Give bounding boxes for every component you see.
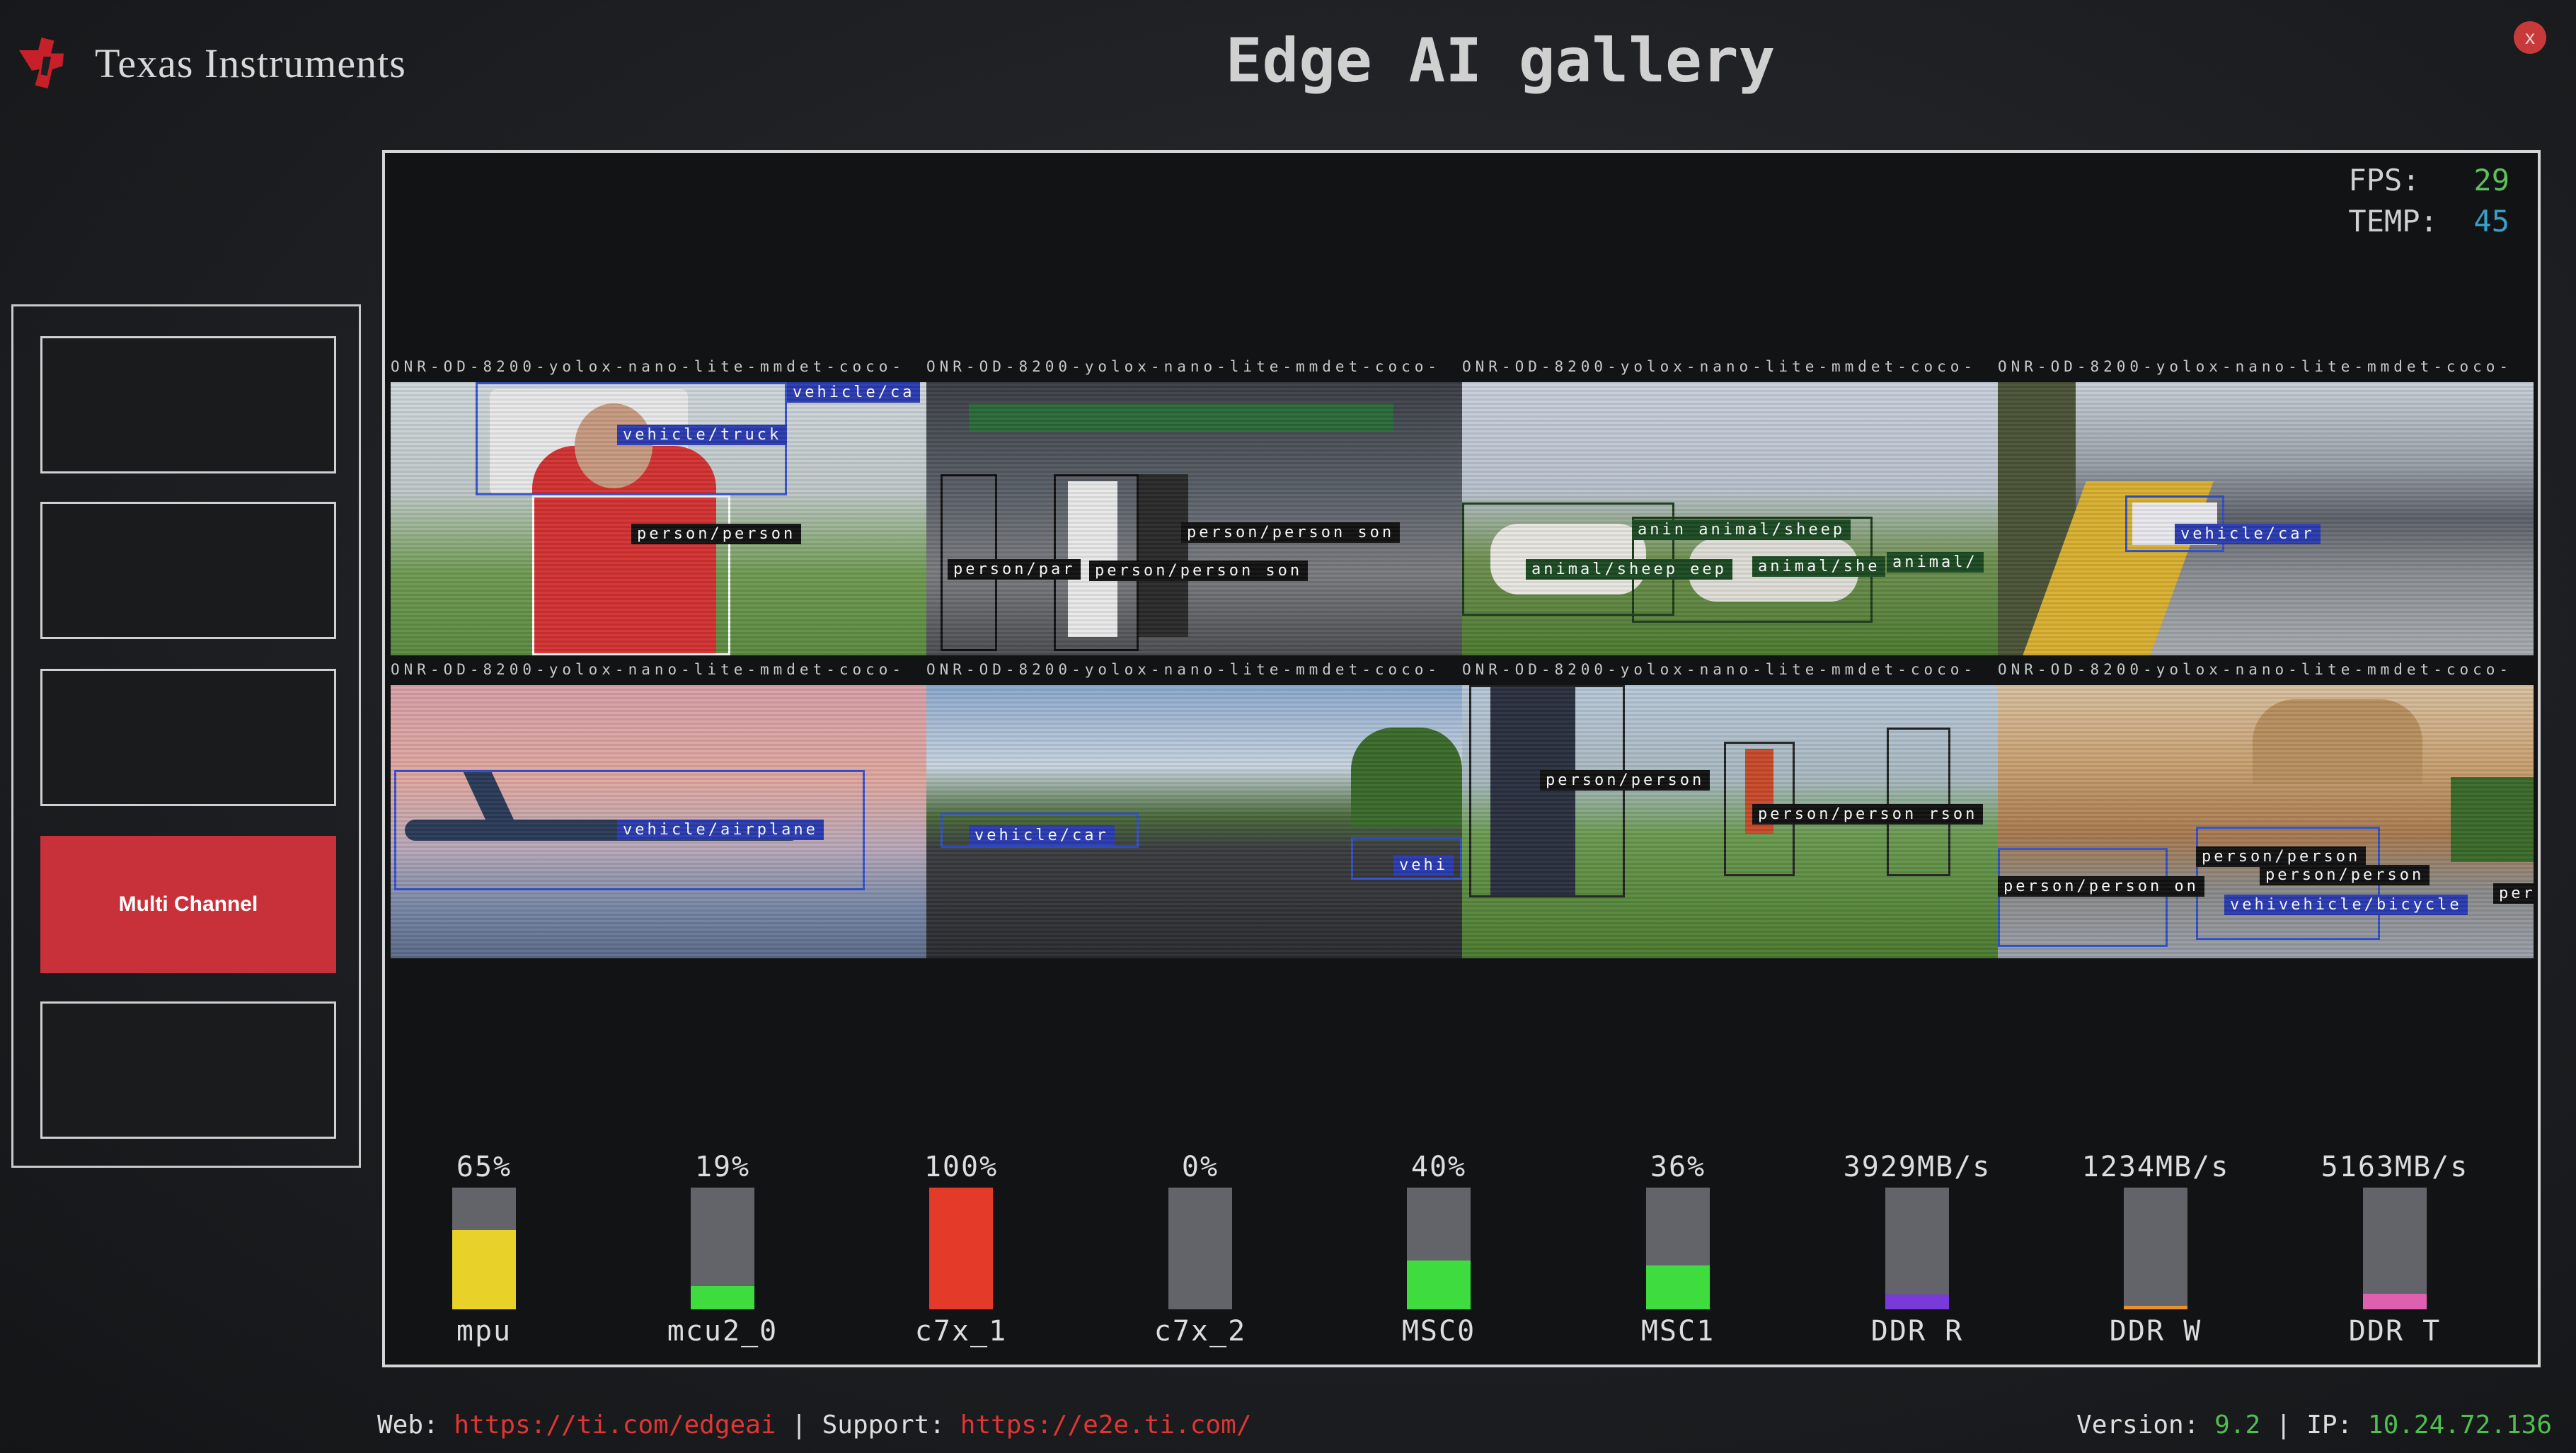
meter-fill bbox=[1885, 1294, 1949, 1309]
stats-readout: FPS: 29 TEMP: 45 bbox=[2348, 160, 2509, 242]
multi-channel-button[interactable]: Multi Channel bbox=[40, 836, 336, 973]
main-panel: FPS: 29 TEMP: 45 ONR-OD-8200-yolox-nano-… bbox=[382, 150, 2541, 1367]
sidebar-button-1[interactable] bbox=[40, 336, 336, 473]
page-title: Edge AI gallery bbox=[1225, 25, 1776, 96]
meter-msc0: 40% MSC0 bbox=[1347, 1151, 1531, 1348]
meter-mpu: 65% mpu bbox=[392, 1151, 576, 1348]
channel-7: ONR-OD-8200-yolox-nano-lite-mmdet-coco- … bbox=[1462, 661, 1998, 958]
meter-value: 3929MB/s bbox=[1843, 1151, 1991, 1183]
meter-msc1: 36% MSC1 bbox=[1586, 1151, 1770, 1348]
temp-value: 45 bbox=[2473, 204, 2509, 239]
meter-value: 0% bbox=[1181, 1151, 1219, 1183]
channel-image: person/person person/person on person/pe… bbox=[1998, 685, 2534, 958]
separator: | bbox=[791, 1411, 807, 1440]
close-icon: x bbox=[2525, 26, 2535, 48]
meter-name: DDR R bbox=[1870, 1315, 1964, 1348]
meter-bar bbox=[452, 1188, 516, 1309]
meter-fill bbox=[929, 1188, 993, 1309]
fps-value: 29 bbox=[2473, 163, 2509, 197]
channel-caption: ONR-OD-8200-yolox-nano-lite-mmdet-coco- bbox=[1998, 661, 2513, 678]
sidebar-button-5[interactable] bbox=[40, 1001, 336, 1139]
meter-ddr-r: 3929MB/s DDR R bbox=[1825, 1151, 2009, 1348]
meter-fill bbox=[2363, 1293, 2427, 1309]
sidebar: Multi Channel bbox=[11, 304, 361, 1168]
separator: | bbox=[2275, 1411, 2292, 1440]
channel-caption: ONR-OD-8200-yolox-nano-lite-mmdet-coco- bbox=[391, 358, 906, 375]
version-value: 9.2 bbox=[2214, 1411, 2261, 1440]
meter-ddr-w: 1234MB/s DDR W bbox=[2064, 1151, 2248, 1348]
meter-bar bbox=[2124, 1188, 2187, 1309]
web-link[interactable]: https://ti.com/edgeai bbox=[454, 1411, 776, 1440]
channel-5: ONR-OD-8200-yolox-nano-lite-mmdet-coco- … bbox=[391, 661, 926, 958]
meter-fill bbox=[2124, 1305, 2187, 1309]
channel-image: vehicle/car bbox=[1998, 382, 2534, 655]
meter-bar bbox=[691, 1188, 754, 1309]
channel-image: vehicle/airplane bbox=[391, 685, 926, 958]
channel-3: ONR-OD-8200-yolox-nano-lite-mmdet-coco- … bbox=[1462, 358, 1998, 655]
channel-4: ONR-OD-8200-yolox-nano-lite-mmdet-coco- … bbox=[1998, 358, 2534, 655]
meter-name: c7x_2 bbox=[1154, 1315, 1247, 1348]
channel-image: vehicle/ca vehicle/truck person/person bbox=[391, 382, 926, 655]
close-button[interactable]: x bbox=[2514, 21, 2546, 54]
meter-name: DDR W bbox=[2109, 1315, 2202, 1348]
channel-6: ONR-OD-8200-yolox-nano-lite-mmdet-coco- … bbox=[926, 661, 1462, 958]
meter-value: 100% bbox=[924, 1151, 999, 1183]
web-label: Web: bbox=[377, 1411, 439, 1440]
meter-value: 65% bbox=[456, 1151, 512, 1183]
meter-value: 40% bbox=[1410, 1151, 1467, 1183]
version-label: Version: bbox=[2076, 1411, 2200, 1440]
channel-2: ONR-OD-8200-yolox-nano-lite-mmdet-coco- … bbox=[926, 358, 1462, 655]
channel-caption: ONR-OD-8200-yolox-nano-lite-mmdet-coco- bbox=[391, 661, 906, 678]
sidebar-button-3[interactable] bbox=[40, 669, 336, 806]
meter-bar bbox=[1407, 1188, 1471, 1309]
footer-links: Web: https://ti.com/edgeai | Support: ht… bbox=[377, 1411, 1252, 1440]
meter-value: 5163MB/s bbox=[2321, 1151, 2469, 1183]
channel-image: vehicle/car vehi bbox=[926, 685, 1462, 958]
fps-label: FPS: bbox=[2348, 163, 2420, 197]
footer-info: Version: 9.2 | IP: 10.24.72.136 bbox=[2076, 1411, 2552, 1440]
meter-value: 19% bbox=[694, 1151, 751, 1183]
meter-bar bbox=[929, 1188, 993, 1309]
temp-label: TEMP: bbox=[2348, 204, 2438, 239]
meter-c7x_1: 100% c7x_1 bbox=[869, 1151, 1053, 1348]
support-link[interactable]: https://e2e.ti.com/ bbox=[960, 1411, 1252, 1440]
ip-label: IP: bbox=[2306, 1411, 2353, 1440]
channel-caption: ONR-OD-8200-yolox-nano-lite-mmdet-coco- bbox=[1462, 661, 1977, 678]
meter-bar bbox=[1168, 1188, 1232, 1309]
ip-value: 10.24.72.136 bbox=[2367, 1411, 2552, 1440]
channel-caption: ONR-OD-8200-yolox-nano-lite-mmdet-coco- bbox=[926, 358, 1442, 375]
meter-bar bbox=[1646, 1188, 1710, 1309]
channel-image: anin animal/sheep animal/sheep eep anima… bbox=[1462, 382, 1998, 655]
channel-image: person/person person/person rson bbox=[1462, 685, 1998, 958]
meter-bar bbox=[2363, 1188, 2427, 1309]
meter-name: DDR T bbox=[2348, 1315, 2442, 1348]
meter-name: MSC1 bbox=[1640, 1315, 1715, 1348]
meter-mcu2_0: 19% mcu2_0 bbox=[631, 1151, 815, 1348]
channel-image: person/person son person/par person/pers… bbox=[926, 382, 1462, 655]
meter-fill bbox=[691, 1286, 754, 1309]
meter-value: 1234MB/s bbox=[2081, 1151, 2230, 1183]
meter-fill bbox=[452, 1230, 516, 1309]
multi-channel-label: Multi Channel bbox=[118, 892, 258, 916]
meter-fill bbox=[1407, 1260, 1471, 1309]
meter-fill bbox=[1646, 1265, 1710, 1309]
channel-8: ONR-OD-8200-yolox-nano-lite-mmdet-coco- … bbox=[1998, 661, 2534, 958]
meter-value: 36% bbox=[1650, 1151, 1706, 1183]
meter-ddr-t: 5163MB/s DDR T bbox=[2303, 1151, 2487, 1348]
meter-c7x_2: 0% c7x_2 bbox=[1108, 1151, 1292, 1348]
support-label: Support: bbox=[822, 1411, 945, 1440]
sidebar-button-2[interactable] bbox=[40, 502, 336, 639]
meter-name: mcu2_0 bbox=[667, 1315, 778, 1348]
meter-bar bbox=[1885, 1188, 1949, 1309]
channel-caption: ONR-OD-8200-yolox-nano-lite-mmdet-coco- bbox=[926, 661, 1442, 678]
channel-1: ONR-OD-8200-yolox-nano-lite-mmdet-coco- … bbox=[391, 358, 926, 655]
channel-caption: ONR-OD-8200-yolox-nano-lite-mmdet-coco- bbox=[1998, 358, 2513, 375]
meter-name: mpu bbox=[456, 1315, 512, 1348]
meter-name: c7x_1 bbox=[914, 1315, 1008, 1348]
channel-caption: ONR-OD-8200-yolox-nano-lite-mmdet-coco- bbox=[1462, 358, 1977, 375]
meter-name: MSC0 bbox=[1401, 1315, 1476, 1348]
